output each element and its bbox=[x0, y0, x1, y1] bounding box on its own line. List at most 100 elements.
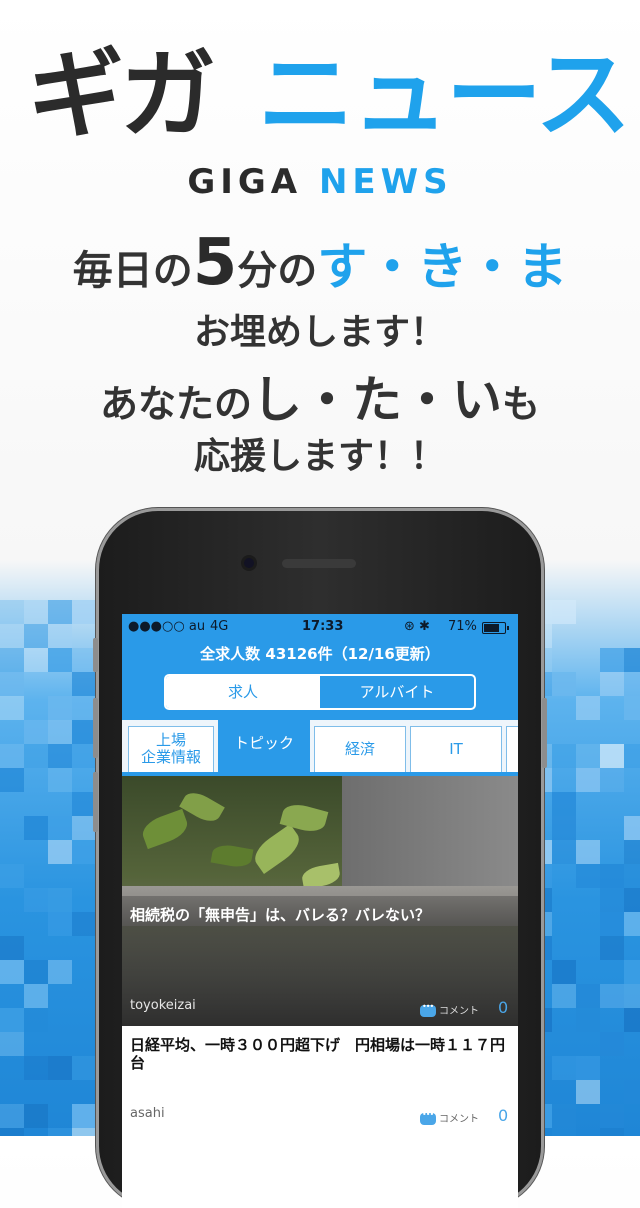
volume-up-button bbox=[93, 698, 98, 758]
pixel-tile bbox=[0, 1008, 24, 1032]
pixel-tile bbox=[0, 600, 24, 624]
article-2-comment[interactable]: コメント bbox=[420, 1110, 479, 1125]
pixel-tile bbox=[48, 1056, 72, 1080]
pixel-tile bbox=[624, 912, 640, 936]
tab-topics[interactable]: トピック bbox=[218, 720, 310, 772]
pixel-tile bbox=[552, 792, 576, 816]
tagline-line-4: 応援します！！ bbox=[193, 436, 446, 477]
segment-jobs[interactable]: 求人 bbox=[166, 676, 320, 708]
tab-label: IT bbox=[449, 740, 463, 758]
pixel-tile bbox=[576, 1080, 600, 1104]
tab-listed-companies[interactable]: 上場 企業情報 bbox=[128, 726, 214, 772]
pixel-tile bbox=[72, 1128, 96, 1136]
pixel-tile bbox=[576, 1008, 600, 1032]
pixel-tile bbox=[624, 1080, 640, 1104]
pixel-tile bbox=[600, 864, 624, 888]
tab-economy[interactable]: 経済 bbox=[314, 726, 406, 772]
tagline-1b: 分の bbox=[237, 248, 318, 294]
giga-news-logo: ギガ ニュース bbox=[0, 40, 640, 150]
tagline-1a: 毎日の bbox=[72, 248, 193, 294]
pixel-tile bbox=[600, 672, 624, 696]
pixel-tile bbox=[72, 1056, 96, 1080]
earpiece-speaker bbox=[282, 559, 356, 568]
comment-icon bbox=[420, 1110, 436, 1125]
pixel-tile bbox=[0, 1104, 24, 1128]
pixel-tile bbox=[48, 840, 72, 864]
comment-label: コメント bbox=[439, 1006, 479, 1017]
pixel-tile bbox=[600, 912, 624, 936]
tab-overflow[interactable] bbox=[506, 726, 518, 772]
pixel-tile bbox=[624, 888, 640, 912]
pixel-tile bbox=[24, 600, 48, 624]
article-2-title[interactable]: 日経平均、一時３００円超下げ 円相場は一時１１７円台 bbox=[130, 1036, 514, 1072]
pixel-tile bbox=[624, 864, 640, 888]
pixel-tile bbox=[24, 1104, 48, 1128]
tagline-3b: も bbox=[502, 382, 541, 426]
pixel-tile bbox=[24, 888, 48, 912]
pixel-tile bbox=[0, 744, 24, 768]
pixel-tile bbox=[48, 720, 72, 744]
pixel-tile bbox=[624, 744, 640, 768]
photo-leaf bbox=[138, 808, 192, 850]
segment-part-time[interactable]: アルバイト bbox=[320, 676, 474, 708]
pixel-tile bbox=[552, 840, 576, 864]
pixel-tile bbox=[552, 600, 576, 624]
pixel-tile bbox=[576, 864, 600, 888]
article-1-comment-count: 0 bbox=[498, 998, 509, 1017]
mute-switch bbox=[93, 638, 98, 672]
pixel-tile bbox=[552, 1104, 576, 1128]
pixel-tile bbox=[24, 816, 48, 840]
pixel-tile bbox=[624, 672, 640, 696]
pixel-tile bbox=[624, 960, 640, 984]
pixel-tile bbox=[24, 648, 48, 672]
pixel-tile bbox=[48, 648, 72, 672]
logo-text-news: ニュース bbox=[258, 39, 631, 151]
article-1-title[interactable]: 相続税の「無申告」は、バレる？バレない？ bbox=[130, 904, 510, 926]
battery-icon bbox=[482, 622, 509, 634]
article-1-comment[interactable]: コメント bbox=[420, 1002, 479, 1017]
article-1-card[interactable]: 相続税の「無申告」は、バレる？バレない？ toyokeizai コメント 0 bbox=[122, 776, 518, 1026]
pixel-tile bbox=[0, 864, 24, 888]
pixel-tile bbox=[624, 648, 640, 672]
pixel-tile bbox=[600, 888, 624, 912]
pixel-tile bbox=[600, 648, 624, 672]
logo-subtitle: GIGA NEWS bbox=[0, 162, 640, 202]
pixel-tile bbox=[0, 672, 24, 696]
pixel-tile bbox=[48, 744, 72, 768]
pixel-tile bbox=[0, 624, 24, 648]
comment-icon bbox=[420, 1002, 436, 1017]
photo-leaf bbox=[249, 824, 305, 874]
pixel-tile bbox=[576, 768, 600, 792]
tab-it[interactable]: IT bbox=[410, 726, 502, 772]
pixel-tile bbox=[48, 1128, 72, 1136]
pixel-tile bbox=[600, 936, 624, 960]
pixel-tile bbox=[0, 768, 24, 792]
pixel-tile bbox=[48, 768, 72, 792]
pixel-tile bbox=[24, 744, 48, 768]
volume-down-button bbox=[93, 772, 98, 832]
front-camera bbox=[244, 558, 254, 568]
app-header: 全求人数 43126件（12/16更新） 求人 アルバイト bbox=[122, 640, 518, 720]
pixel-tile bbox=[552, 744, 576, 768]
tab-label: トピック bbox=[233, 734, 294, 752]
pixel-tile bbox=[0, 960, 24, 984]
pixel-tile bbox=[72, 672, 96, 696]
article-2-comment-count: 0 bbox=[498, 1106, 509, 1125]
article-2-card[interactable]: 日経平均、一時３００円超下げ 円相場は一時１１７円台 asahi コメント 0 bbox=[122, 1026, 518, 1208]
tab-label: 上場 企業情報 bbox=[140, 731, 201, 766]
pixel-tile bbox=[576, 984, 600, 1008]
pixel-tile bbox=[624, 816, 640, 840]
pixel-tile bbox=[576, 696, 600, 720]
phone-screen: ●●●○○ au 4G 17:33 ⊛ ✱ 71% 全求人数 43126件（12… bbox=[122, 614, 518, 1208]
tagline-3-highlight: し・た・い bbox=[252, 371, 502, 429]
tagline-line-2: お埋めします！ bbox=[193, 312, 446, 353]
pixel-tile bbox=[552, 816, 576, 840]
pixel-tile bbox=[24, 624, 48, 648]
pixel-tile bbox=[48, 960, 72, 984]
pixel-tile bbox=[48, 912, 72, 936]
pixel-tile bbox=[72, 600, 96, 624]
pixel-tile bbox=[24, 984, 48, 1008]
tagline-line-3: あなたのし・た・いも bbox=[0, 370, 640, 434]
category-tab-bar: 上場 企業情報 トピック 経済 IT bbox=[122, 720, 518, 776]
clock: 17:33 bbox=[302, 619, 344, 634]
